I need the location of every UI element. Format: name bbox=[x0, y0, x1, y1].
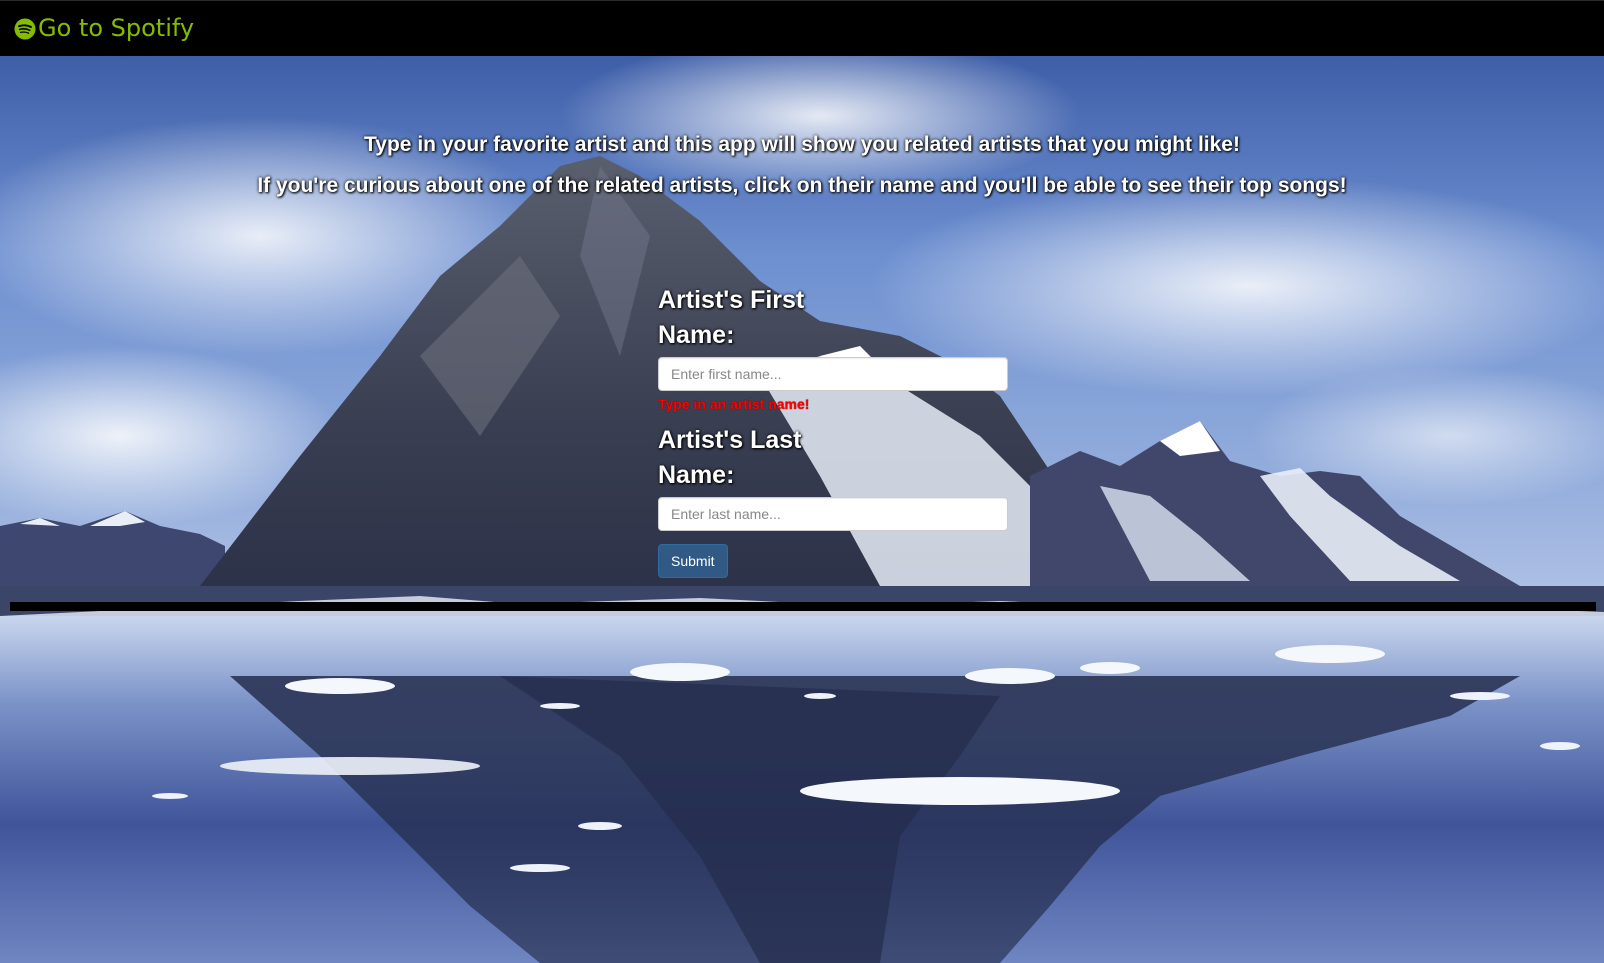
go-to-spotify-link[interactable]: Go to Spotify bbox=[14, 13, 194, 43]
last-name-input[interactable] bbox=[658, 497, 1008, 531]
intro-text: Type in your favorite artist and this ap… bbox=[0, 133, 1604, 215]
last-name-label: Artist's Last Name: bbox=[658, 426, 802, 489]
horizontal-divider bbox=[10, 602, 1596, 611]
intro-line-1: Type in your favorite artist and this ap… bbox=[364, 133, 1240, 156]
go-to-spotify-label: Go to Spotify bbox=[38, 14, 195, 42]
artist-search-form: Artist's First Name: Type in an artist n… bbox=[658, 283, 1010, 578]
spotify-logo-icon bbox=[14, 17, 36, 40]
first-name-input[interactable] bbox=[658, 357, 1008, 391]
first-name-label: Artist's First Name: bbox=[658, 286, 805, 349]
submit-button[interactable]: Submit bbox=[658, 544, 728, 578]
last-name-group: Artist's Last Name: bbox=[658, 423, 1010, 531]
intro-line-2: If you're curious about one of the relat… bbox=[257, 174, 1347, 197]
first-name-error-message: Type in an artist name! bbox=[658, 396, 810, 412]
top-navbar: Go to Spotify bbox=[0, 0, 1604, 56]
